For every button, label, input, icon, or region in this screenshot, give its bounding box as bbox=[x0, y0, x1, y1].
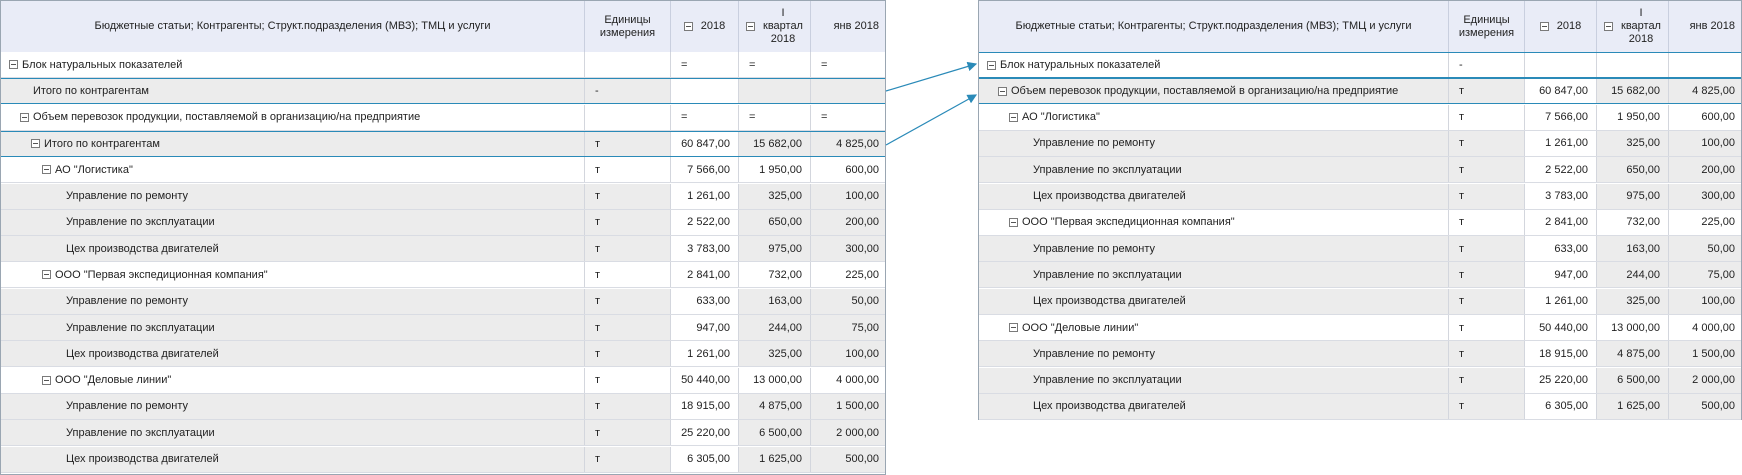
arrow-line bbox=[885, 94, 978, 146]
connector-arrows bbox=[885, 61, 978, 146]
arrow-line bbox=[885, 61, 978, 92]
